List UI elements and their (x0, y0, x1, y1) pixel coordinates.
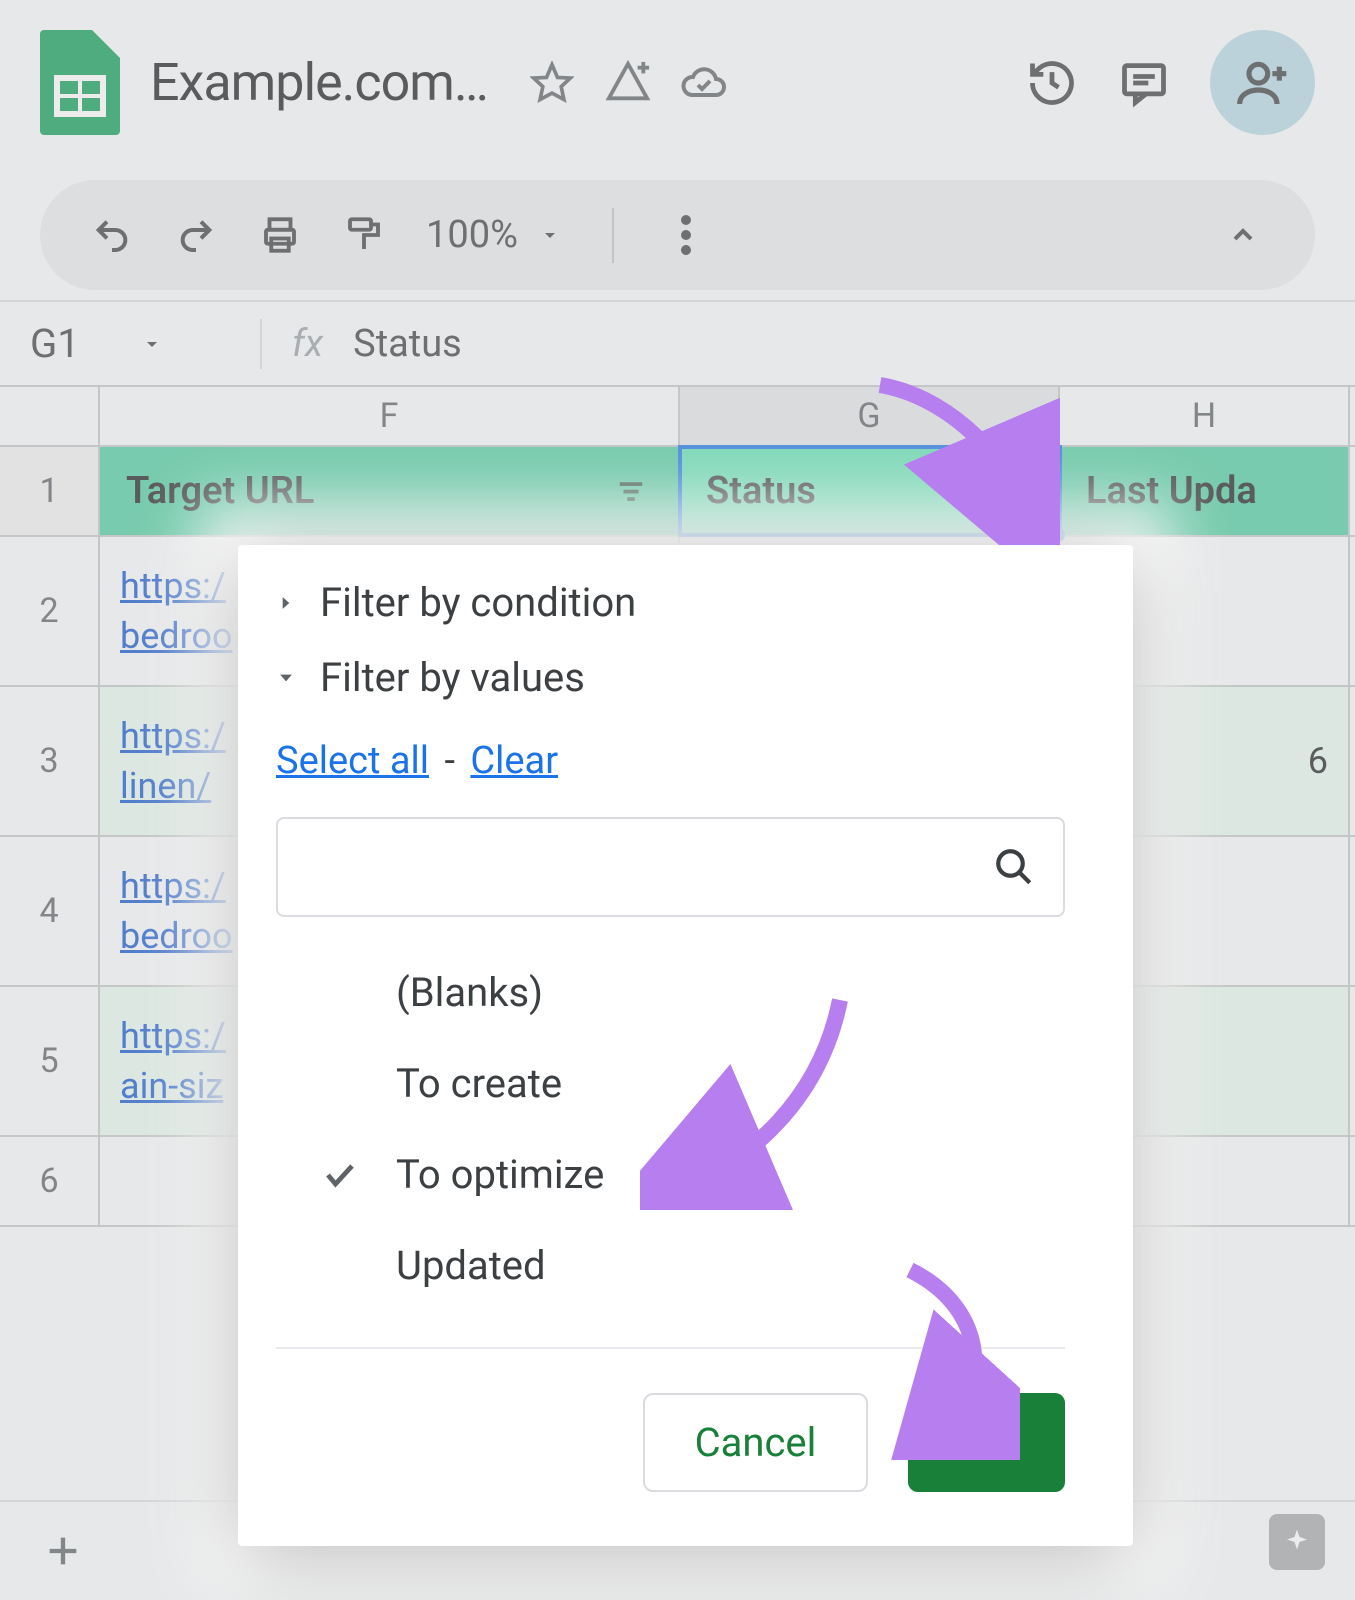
filter-icon-active[interactable] (990, 470, 1032, 512)
document-title[interactable]: Example.com… (150, 52, 488, 113)
ok-button[interactable]: OK (908, 1393, 1065, 1492)
row-header[interactable]: 3 (0, 687, 100, 835)
addons-icon[interactable] (604, 59, 652, 107)
column-header-f[interactable]: F (100, 387, 680, 445)
formula-value[interactable]: Status (353, 322, 462, 366)
filter-value-label: Updated (396, 1242, 546, 1289)
row-header[interactable]: 5 (0, 987, 100, 1135)
check-icon (318, 1062, 362, 1106)
header-cell-target-url[interactable]: Target URL (100, 447, 680, 535)
more-menu[interactable] (664, 213, 708, 257)
fx-label: fx (292, 322, 323, 366)
filter-value-option[interactable]: Updated (318, 1220, 1073, 1311)
select-all-corner[interactable] (0, 387, 100, 445)
url-link[interactable]: https:/bedroo (120, 561, 233, 662)
filter-value-option[interactable]: To optimize (318, 1129, 1073, 1220)
add-sheet-button[interactable] (40, 1528, 86, 1574)
header-cell-last-updated[interactable]: Last Upda (1060, 447, 1350, 535)
title-bar: Example.com… (0, 0, 1355, 155)
check-icon (318, 1153, 362, 1197)
filter-by-values-toggle[interactable]: Filter by values (268, 640, 1073, 715)
name-box[interactable]: G1 (30, 320, 230, 367)
zoom-dropdown[interactable]: 100% (426, 213, 562, 257)
filter-value-option[interactable]: (Blanks) (318, 947, 1073, 1038)
undo-button[interactable] (90, 213, 134, 257)
url-link[interactable]: https:/bedroo (120, 861, 233, 962)
redo-button[interactable] (174, 213, 218, 257)
cloud-saved-icon[interactable] (680, 59, 728, 107)
row-header[interactable]: 2 (0, 537, 100, 685)
url-link[interactable]: https:/linen/ (120, 711, 226, 812)
toolbar: 100% (40, 180, 1315, 290)
column-header-g[interactable]: G (680, 387, 1060, 445)
sheets-logo[interactable] (40, 30, 120, 135)
table-header-row: 1 Target URL Status Last Upda (0, 447, 1355, 537)
filter-bulk-links: Select all - Clear (268, 715, 1073, 817)
filter-popup: Filter by condition Filter by values Sel… (238, 545, 1133, 1546)
history-icon[interactable] (1026, 57, 1078, 109)
search-icon (993, 846, 1035, 888)
check-icon (318, 1244, 362, 1288)
share-button[interactable] (1210, 30, 1315, 135)
comments-icon[interactable] (1118, 57, 1170, 109)
collapse-toolbar-button[interactable] (1221, 213, 1265, 257)
filter-value-label: To create (396, 1060, 562, 1107)
star-icon[interactable] (528, 59, 576, 107)
formula-bar: G1 fx Status (0, 300, 1355, 385)
explore-button[interactable] (1269, 1514, 1325, 1570)
check-icon (318, 971, 362, 1015)
url-link[interactable]: https:/ain-siz (120, 1011, 226, 1112)
filter-value-label: To optimize (396, 1151, 604, 1198)
row-header-1[interactable]: 1 (0, 447, 100, 535)
select-all-link[interactable]: Select all (276, 739, 429, 783)
filter-value-label: (Blanks) (396, 969, 543, 1016)
row-header[interactable]: 4 (0, 837, 100, 985)
row-header[interactable]: 6 (0, 1137, 100, 1225)
clear-link[interactable]: Clear (470, 739, 558, 783)
header-cell-status[interactable]: Status (680, 447, 1060, 535)
filter-search-input[interactable] (276, 817, 1065, 917)
print-button[interactable] (258, 213, 302, 257)
column-header-h[interactable]: H (1060, 387, 1350, 445)
filter-value-option[interactable]: To create (318, 1038, 1073, 1129)
filter-icon[interactable] (610, 470, 652, 512)
paint-format-button[interactable] (342, 213, 386, 257)
cancel-button[interactable]: Cancel (643, 1393, 869, 1492)
filter-by-condition-toggle[interactable]: Filter by condition (268, 565, 1073, 640)
